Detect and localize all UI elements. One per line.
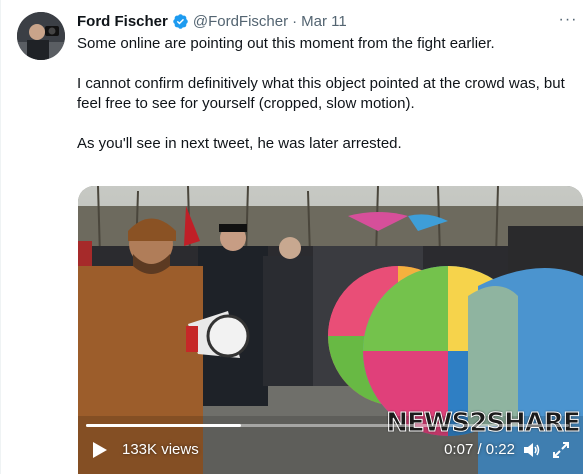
- author-name[interactable]: Ford Fischer: [77, 13, 168, 30]
- video-player[interactable]: NEWS2SHARE 133K views 0:07 / 0:22: [78, 186, 583, 474]
- tweet-paragraph: As you'll see in next tweet, he was late…: [77, 135, 402, 152]
- tweet-paragraph: I cannot confirm definitively what this …: [77, 75, 565, 112]
- author-handle[interactable]: @FordFischer: [193, 13, 288, 30]
- more-options-icon[interactable]: ···: [558, 10, 578, 30]
- video-progress-bar[interactable]: [86, 424, 569, 427]
- volume-icon[interactable]: [521, 440, 541, 460]
- timeline-border: [0, 0, 1, 474]
- avatar-image: [17, 12, 65, 60]
- tweet-paragraph: Some online are pointing out this moment…: [77, 35, 495, 52]
- view-count: 133K views: [122, 441, 199, 458]
- avatar[interactable]: [17, 12, 65, 60]
- video-time: 0:07 / 0:22: [444, 441, 515, 458]
- video-progress-fill: [86, 424, 241, 427]
- tweet-date[interactable]: Mar 11: [301, 13, 347, 30]
- play-icon[interactable]: [92, 441, 108, 459]
- tweet-header: Ford Fischer @FordFischer · Mar 11: [77, 10, 548, 32]
- news2share-watermark: NEWS2SHARE: [386, 408, 581, 439]
- tweet-text: Some online are pointing out this moment…: [77, 34, 575, 154]
- verified-badge-icon: [173, 13, 188, 29]
- fullscreen-icon[interactable]: [551, 440, 571, 460]
- separator-dot: ·: [292, 12, 298, 30]
